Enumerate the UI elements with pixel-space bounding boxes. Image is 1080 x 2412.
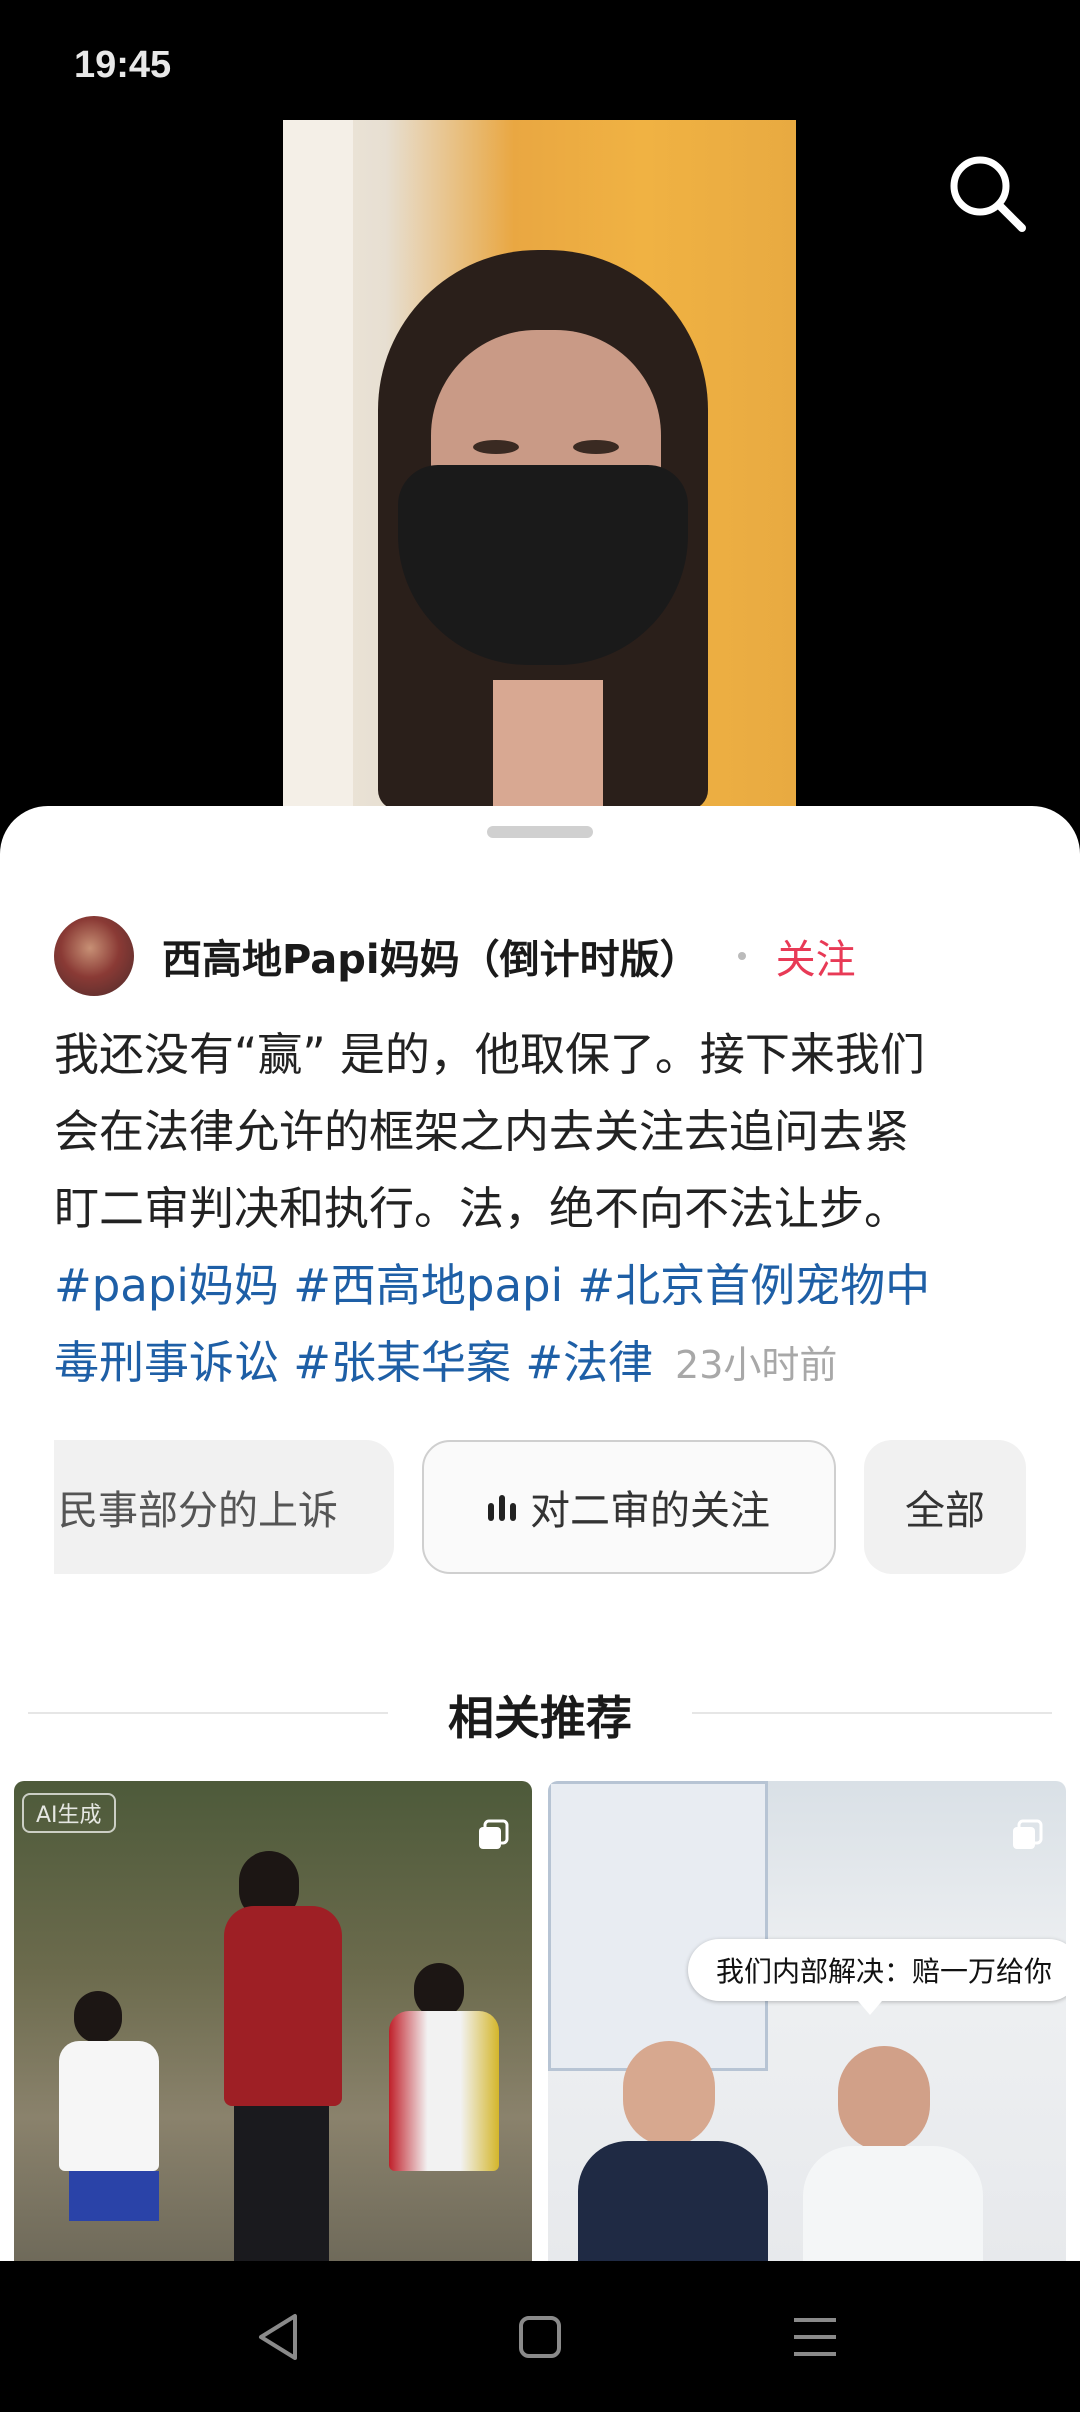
- sheet-drag-handle[interactable]: [487, 826, 593, 838]
- photo-figure-jacket: [389, 2011, 499, 2171]
- status-bar: 19:45: [0, 0, 1080, 130]
- photo-figure-head: [74, 1991, 122, 2043]
- follow-button[interactable]: 关注: [776, 927, 856, 985]
- post-text-line: 我还没有“赢” 是的，他取保了。接下来我们: [54, 1028, 925, 1081]
- recommendation-card[interactable]: 我们内部解决：赔一万给你: [548, 1781, 1066, 2261]
- post-text-line: 会在法律允许的框架之内去关注去追问去紧: [54, 1105, 910, 1158]
- post-detail-sheet: 西高地Papi妈妈（倒计时版） 关注 我还没有“赢” 是的，他取保了。接下来我们…: [0, 806, 1080, 2261]
- video-player[interactable]: [283, 120, 796, 810]
- photo-figure-shirt: [59, 2041, 159, 2171]
- photo-figure-shirt: [224, 1906, 342, 2106]
- photo-figure-shorts: [69, 2171, 159, 2221]
- post-time: 23小时前: [675, 1343, 838, 1387]
- author-name[interactable]: 西高地Papi妈妈（倒计时版）: [162, 927, 700, 985]
- video-figure-eye: [573, 440, 619, 454]
- back-triangle-icon[interactable]: [245, 2302, 315, 2372]
- video-background: [283, 120, 353, 810]
- chip-label: 全部: [905, 1488, 985, 1534]
- audio-bars-icon: [488, 1493, 516, 1521]
- photo-figure-coat: [803, 2146, 983, 2261]
- home-square-icon[interactable]: [505, 2302, 575, 2372]
- caption-bubble: 我们内部解决：赔一万给你: [688, 1939, 1066, 2015]
- post-text-line: 盯二审判决和执行。法，绝不向不法让步。: [54, 1182, 910, 1235]
- video-figure-neck: [493, 680, 603, 810]
- author-row: 西高地Papi妈妈（倒计时版） 关注: [54, 914, 856, 998]
- status-time: 19:45: [74, 44, 172, 86]
- photo-figure-head: [414, 1963, 464, 2018]
- chip-label: 民事部分的上诉: [58, 1488, 338, 1534]
- separator-dot: [737, 952, 746, 960]
- avatar[interactable]: [54, 916, 134, 996]
- search-icon[interactable]: [944, 150, 1030, 236]
- chip-label: 对二审的关注: [530, 1488, 770, 1534]
- post-description: 我还没有“赢” 是的，他取保了。接下来我们 会在法律允许的框架之内去关注去追问去…: [54, 1016, 1044, 1404]
- multi-image-icon: [1013, 1819, 1043, 1849]
- recommendation-card[interactable]: AI生成: [14, 1781, 532, 2261]
- photo-figure-head: [623, 2041, 715, 2146]
- topic-chips: 民事部分的上诉 对二审的关注 全部: [54, 1440, 1080, 1574]
- system-nav-bar: [0, 2262, 1080, 2412]
- photo-figure-pants: [234, 2106, 329, 2261]
- chip-all[interactable]: 全部: [864, 1440, 1026, 1574]
- caption-text: 我们内部解决：赔一万给你: [716, 1955, 1053, 1988]
- hashtag-line[interactable]: 毒刑事诉讼 #张某华案 #法律: [54, 1336, 653, 1389]
- video-figure-eye: [473, 440, 519, 454]
- recommendations-title: 相关推荐: [448, 1691, 632, 1745]
- menu-lines-icon[interactable]: [780, 2302, 850, 2372]
- multi-image-icon: [479, 1819, 509, 1849]
- recommendations-header: 相关推荐: [28, 1682, 1052, 1745]
- chip-civil-appeal[interactable]: 民事部分的上诉: [54, 1440, 394, 1574]
- chip-second-trial[interactable]: 对二审的关注: [422, 1440, 836, 1574]
- photo-figure-suit: [578, 2141, 768, 2261]
- hashtag-line[interactable]: #papi妈妈 #西高地papi #北京首例宠物中: [54, 1247, 1044, 1324]
- photo-wall-poster: [548, 1781, 768, 2071]
- photo-figure-head: [838, 2046, 930, 2151]
- ai-generated-badge: AI生成: [22, 1793, 116, 1833]
